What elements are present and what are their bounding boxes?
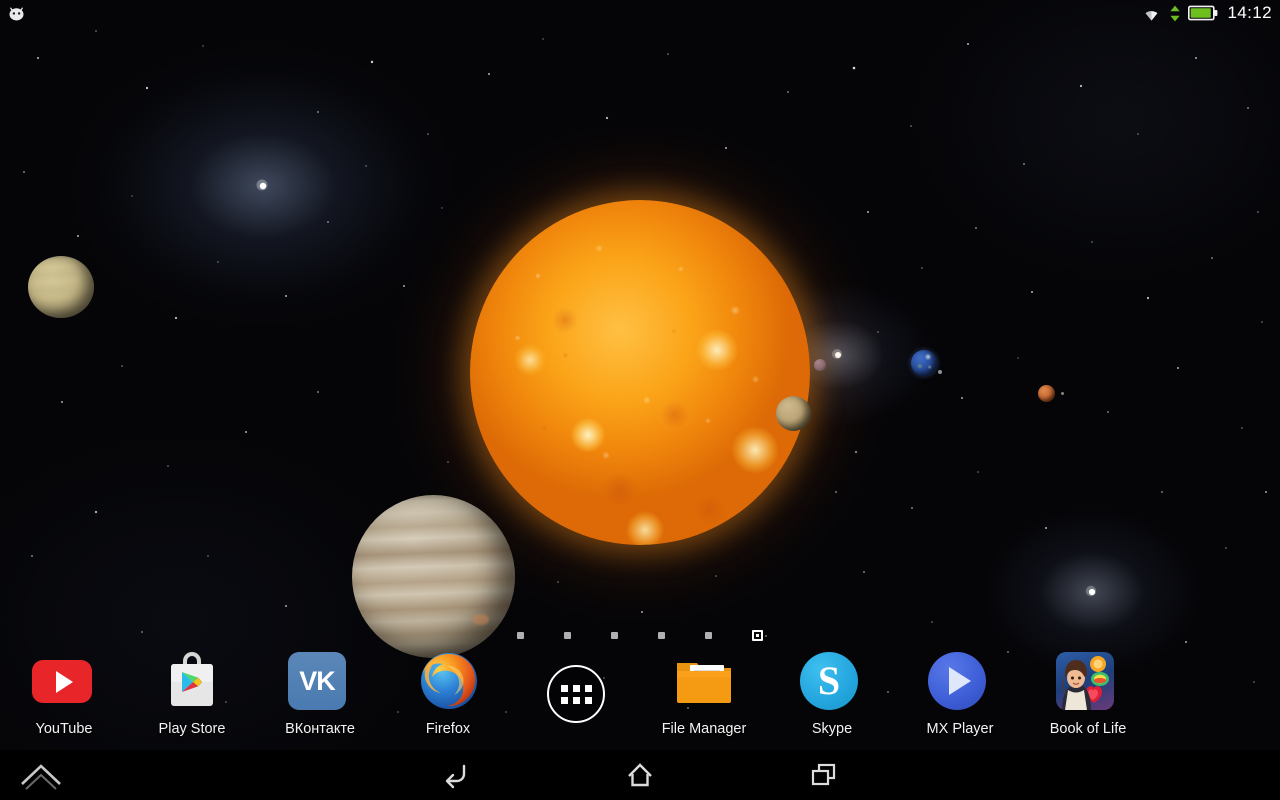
dock-label-book-of-life: Book of Life (1049, 721, 1127, 737)
status-bar-system-icons[interactable]: 14:12 (1141, 3, 1272, 23)
recent-apps-icon[interactable] (796, 753, 852, 797)
page-dot-5[interactable] (705, 631, 712, 639)
dock-label-file-manager: File Manager (661, 721, 747, 737)
planet-earth-moon (938, 370, 942, 374)
dock-label-firefox: Firefox (425, 721, 471, 737)
planet-saturn (28, 256, 94, 318)
back-icon[interactable] (428, 753, 484, 797)
planet-mars-moon (1061, 392, 1064, 395)
app-drawer-cell (512, 645, 640, 723)
status-bar[interactable]: 14:12 (0, 0, 1280, 26)
dock-item-book-of-life[interactable]: Book of Life (1024, 645, 1152, 738)
planet-venus (776, 396, 811, 431)
wifi-icon (1146, 10, 1158, 21)
navigation-bar (0, 750, 1280, 800)
android-robot-icon (9, 7, 24, 21)
page-dot-3[interactable] (611, 631, 618, 639)
dock-item-file-manager[interactable]: File Manager (640, 645, 768, 738)
dock-item-skype[interactable]: S Skype (768, 645, 896, 738)
dock-item-youtube[interactable]: YouTube (0, 645, 128, 738)
play-store-icon (160, 649, 224, 713)
data-updown-arrows-icon (1170, 5, 1181, 21)
status-bar-notifications[interactable] (6, 4, 27, 22)
page-dot-2[interactable] (564, 631, 571, 639)
battery-icon (1188, 5, 1218, 21)
book-of-life-icon (1056, 649, 1120, 713)
dock-label-skype: Skype (811, 721, 853, 737)
status-bar-clock: 14:12 (1227, 3, 1272, 22)
home-icon[interactable] (612, 753, 668, 797)
planet-mars (1038, 385, 1055, 402)
dock-label-youtube: YouTube (35, 721, 93, 737)
dock-label-play-store: Play Store (158, 721, 226, 737)
android-home-screen: 14:12 YouTube Play Store VK ВКонтакте Fi… (0, 0, 1280, 800)
page-dot-1[interactable] (517, 631, 524, 639)
firefox-icon (416, 649, 480, 713)
navigation-buttons (0, 750, 1280, 800)
skype-wordmark: S (800, 652, 858, 710)
dock-item-firefox[interactable]: Firefox (384, 645, 512, 738)
planet-earth (911, 350, 937, 376)
dock: YouTube Play Store VK ВКонтакте Firefox … (0, 645, 1280, 750)
mx-player-icon (928, 649, 992, 713)
page-dot-4[interactable] (658, 631, 665, 639)
app-drawer-button[interactable] (547, 665, 605, 723)
file-manager-icon (672, 649, 736, 713)
dock-label-mx-player: MX Player (926, 721, 994, 737)
youtube-icon (32, 649, 96, 713)
skype-icon: S (800, 649, 864, 713)
page-indicator (0, 628, 1280, 642)
dock-item-play-store[interactable]: Play Store (128, 645, 256, 738)
vk-icon: VK (288, 649, 352, 713)
sun (470, 200, 810, 545)
page-dot-6-current[interactable] (752, 629, 763, 641)
planet-mercury (814, 359, 826, 371)
dock-item-vkontakte[interactable]: VK ВКонтакте (256, 645, 384, 738)
dock-label-vkontakte: ВКонтакте (285, 721, 355, 737)
dock-item-mx-player[interactable]: MX Player (896, 645, 1024, 738)
vk-wordmark: VK (288, 652, 346, 710)
app-drawer-grid-icon (560, 684, 592, 704)
